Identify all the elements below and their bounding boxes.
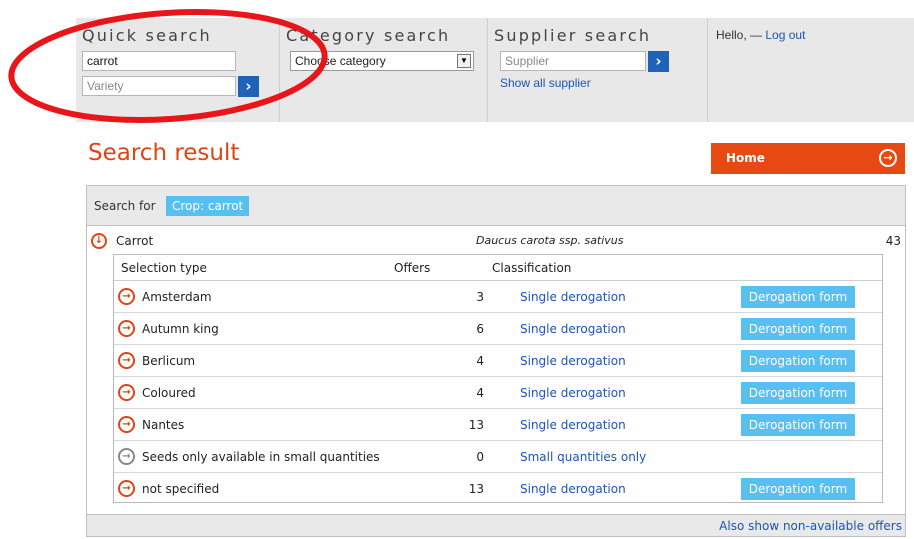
classification-link[interactable]: Single derogation [520, 322, 626, 336]
results-panel: Search for Crop: carrot ↓ Carrot Daucus … [86, 185, 906, 537]
greeting-text: Hello, — [716, 28, 763, 42]
crop-search-input[interactable]: carrot [82, 51, 236, 71]
arrow-right-circle-icon[interactable]: → [118, 352, 135, 369]
derogation-form-button[interactable]: Derogation form [741, 414, 855, 436]
results-footer: Also show non-available offers [87, 514, 905, 536]
selection-type-name[interactable]: Coloured [142, 386, 196, 400]
offer-count: 13 [468, 418, 484, 432]
table-row[interactable]: → not specified 13 Single derogation Der… [114, 473, 882, 505]
supplier-search-panel: Supplier search Supplier › Show all supp… [488, 18, 708, 122]
dropdown-arrow-icon: ▼ [457, 54, 471, 68]
selection-type-name[interactable]: Berlicum [142, 354, 195, 368]
arrow-right-circle-icon[interactable]: → [118, 448, 135, 465]
header-offers: Offers [394, 261, 431, 275]
selection-type-name[interactable]: not specified [142, 482, 219, 496]
chevron-right-icon: › [245, 77, 252, 95]
search-for-bar: Search for Crop: carrot [87, 186, 905, 226]
crop-name: Carrot [116, 234, 154, 248]
arrow-right-circle-icon[interactable]: → [118, 320, 135, 337]
arrow-right-circle-icon[interactable]: → [118, 384, 135, 401]
logout-link[interactable]: Log out [765, 28, 805, 42]
table-row[interactable]: → Seeds only available in small quantiti… [114, 441, 882, 473]
category-search-title: Category search [286, 26, 451, 45]
quick-search-panel: Quick search carrot Variety › [76, 18, 280, 122]
show-non-available-offers-link[interactable]: Also show non-available offers [719, 519, 902, 533]
variety-search-input[interactable]: Variety [82, 76, 236, 96]
classification-link[interactable]: Single derogation [520, 482, 626, 496]
arrow-right-circle-icon[interactable]: → [118, 416, 135, 433]
chevron-right-icon: › [655, 52, 662, 70]
table-row[interactable]: → Nantes 13 Single derogation Derogation… [114, 409, 882, 441]
search-filter-chip[interactable]: Crop: carrot [166, 196, 250, 216]
derogation-form-button[interactable]: Derogation form [741, 350, 855, 372]
supplier-search-input[interactable]: Supplier [500, 51, 646, 71]
arrow-right-circle-icon[interactable]: → [118, 480, 135, 497]
crop-offer-count: 43 [885, 234, 901, 248]
crop-row[interactable]: ↓ Carrot Daucus carota ssp. sativus 43 [87, 232, 905, 252]
quick-search-go-button[interactable]: › [238, 76, 259, 97]
offer-count: 4 [476, 386, 484, 400]
derogation-form-button[interactable]: Derogation form [741, 478, 855, 500]
arrow-down-circle-icon[interactable]: ↓ [91, 233, 107, 249]
selection-type-name[interactable]: Nantes [142, 418, 184, 432]
supplier-search-go-button[interactable]: › [648, 51, 669, 72]
user-greeting: Hello, — Log out [716, 28, 805, 42]
category-search-panel: Category search Choose category ▼ [280, 18, 488, 122]
header-selection-type: Selection type [121, 261, 207, 275]
home-button[interactable]: Home → [711, 143, 905, 174]
classification-link[interactable]: Single derogation [520, 386, 626, 400]
category-select-value: Choose category [295, 54, 386, 68]
table-row[interactable]: → Berlicum 4 Single derogation Derogatio… [114, 345, 882, 377]
user-panel: Hello, — Log out [708, 18, 914, 122]
table-row[interactable]: → Amsterdam 3 Single derogation Derogati… [114, 281, 882, 313]
search-bar: Quick search carrot Variety › Category s… [76, 18, 914, 122]
selection-type-name[interactable]: Autumn king [142, 322, 219, 336]
selection-type-table: Selection type Offers Classification → A… [113, 254, 883, 503]
offer-count: 13 [468, 482, 484, 496]
show-all-suppliers-link[interactable]: Show all supplier [500, 76, 591, 90]
search-for-label: Search for [94, 199, 156, 213]
derogation-form-button[interactable]: Derogation form [741, 286, 855, 308]
offer-count: 0 [476, 450, 484, 464]
selection-type-name[interactable]: Seeds only available in small quantities [142, 450, 380, 464]
crop-latin-name: Daucus carota ssp. sativus [476, 234, 624, 247]
category-select[interactable]: Choose category ▼ [290, 51, 474, 71]
header-classification: Classification [492, 261, 572, 275]
derogation-form-button[interactable]: Derogation form [741, 318, 855, 340]
table-row[interactable]: → Autumn king 6 Single derogation Deroga… [114, 313, 882, 345]
home-button-label: Home [726, 151, 765, 165]
supplier-search-title: Supplier search [494, 26, 652, 45]
offer-count: 6 [476, 322, 484, 336]
classification-link[interactable]: Small quantities only [520, 450, 646, 464]
classification-link[interactable]: Single derogation [520, 354, 626, 368]
table-row[interactable]: → Coloured 4 Single derogation Derogatio… [114, 377, 882, 409]
arrow-right-circle-icon: → [879, 149, 897, 167]
arrow-right-circle-icon[interactable]: → [118, 288, 135, 305]
table-header: Selection type Offers Classification [114, 255, 882, 281]
classification-link[interactable]: Single derogation [520, 290, 626, 304]
selection-type-name[interactable]: Amsterdam [142, 290, 212, 304]
offer-count: 4 [476, 354, 484, 368]
page-title: Search result [88, 140, 240, 166]
derogation-form-button[interactable]: Derogation form [741, 382, 855, 404]
quick-search-title: Quick search [82, 26, 212, 45]
classification-link[interactable]: Single derogation [520, 418, 626, 432]
offer-count: 3 [476, 290, 484, 304]
